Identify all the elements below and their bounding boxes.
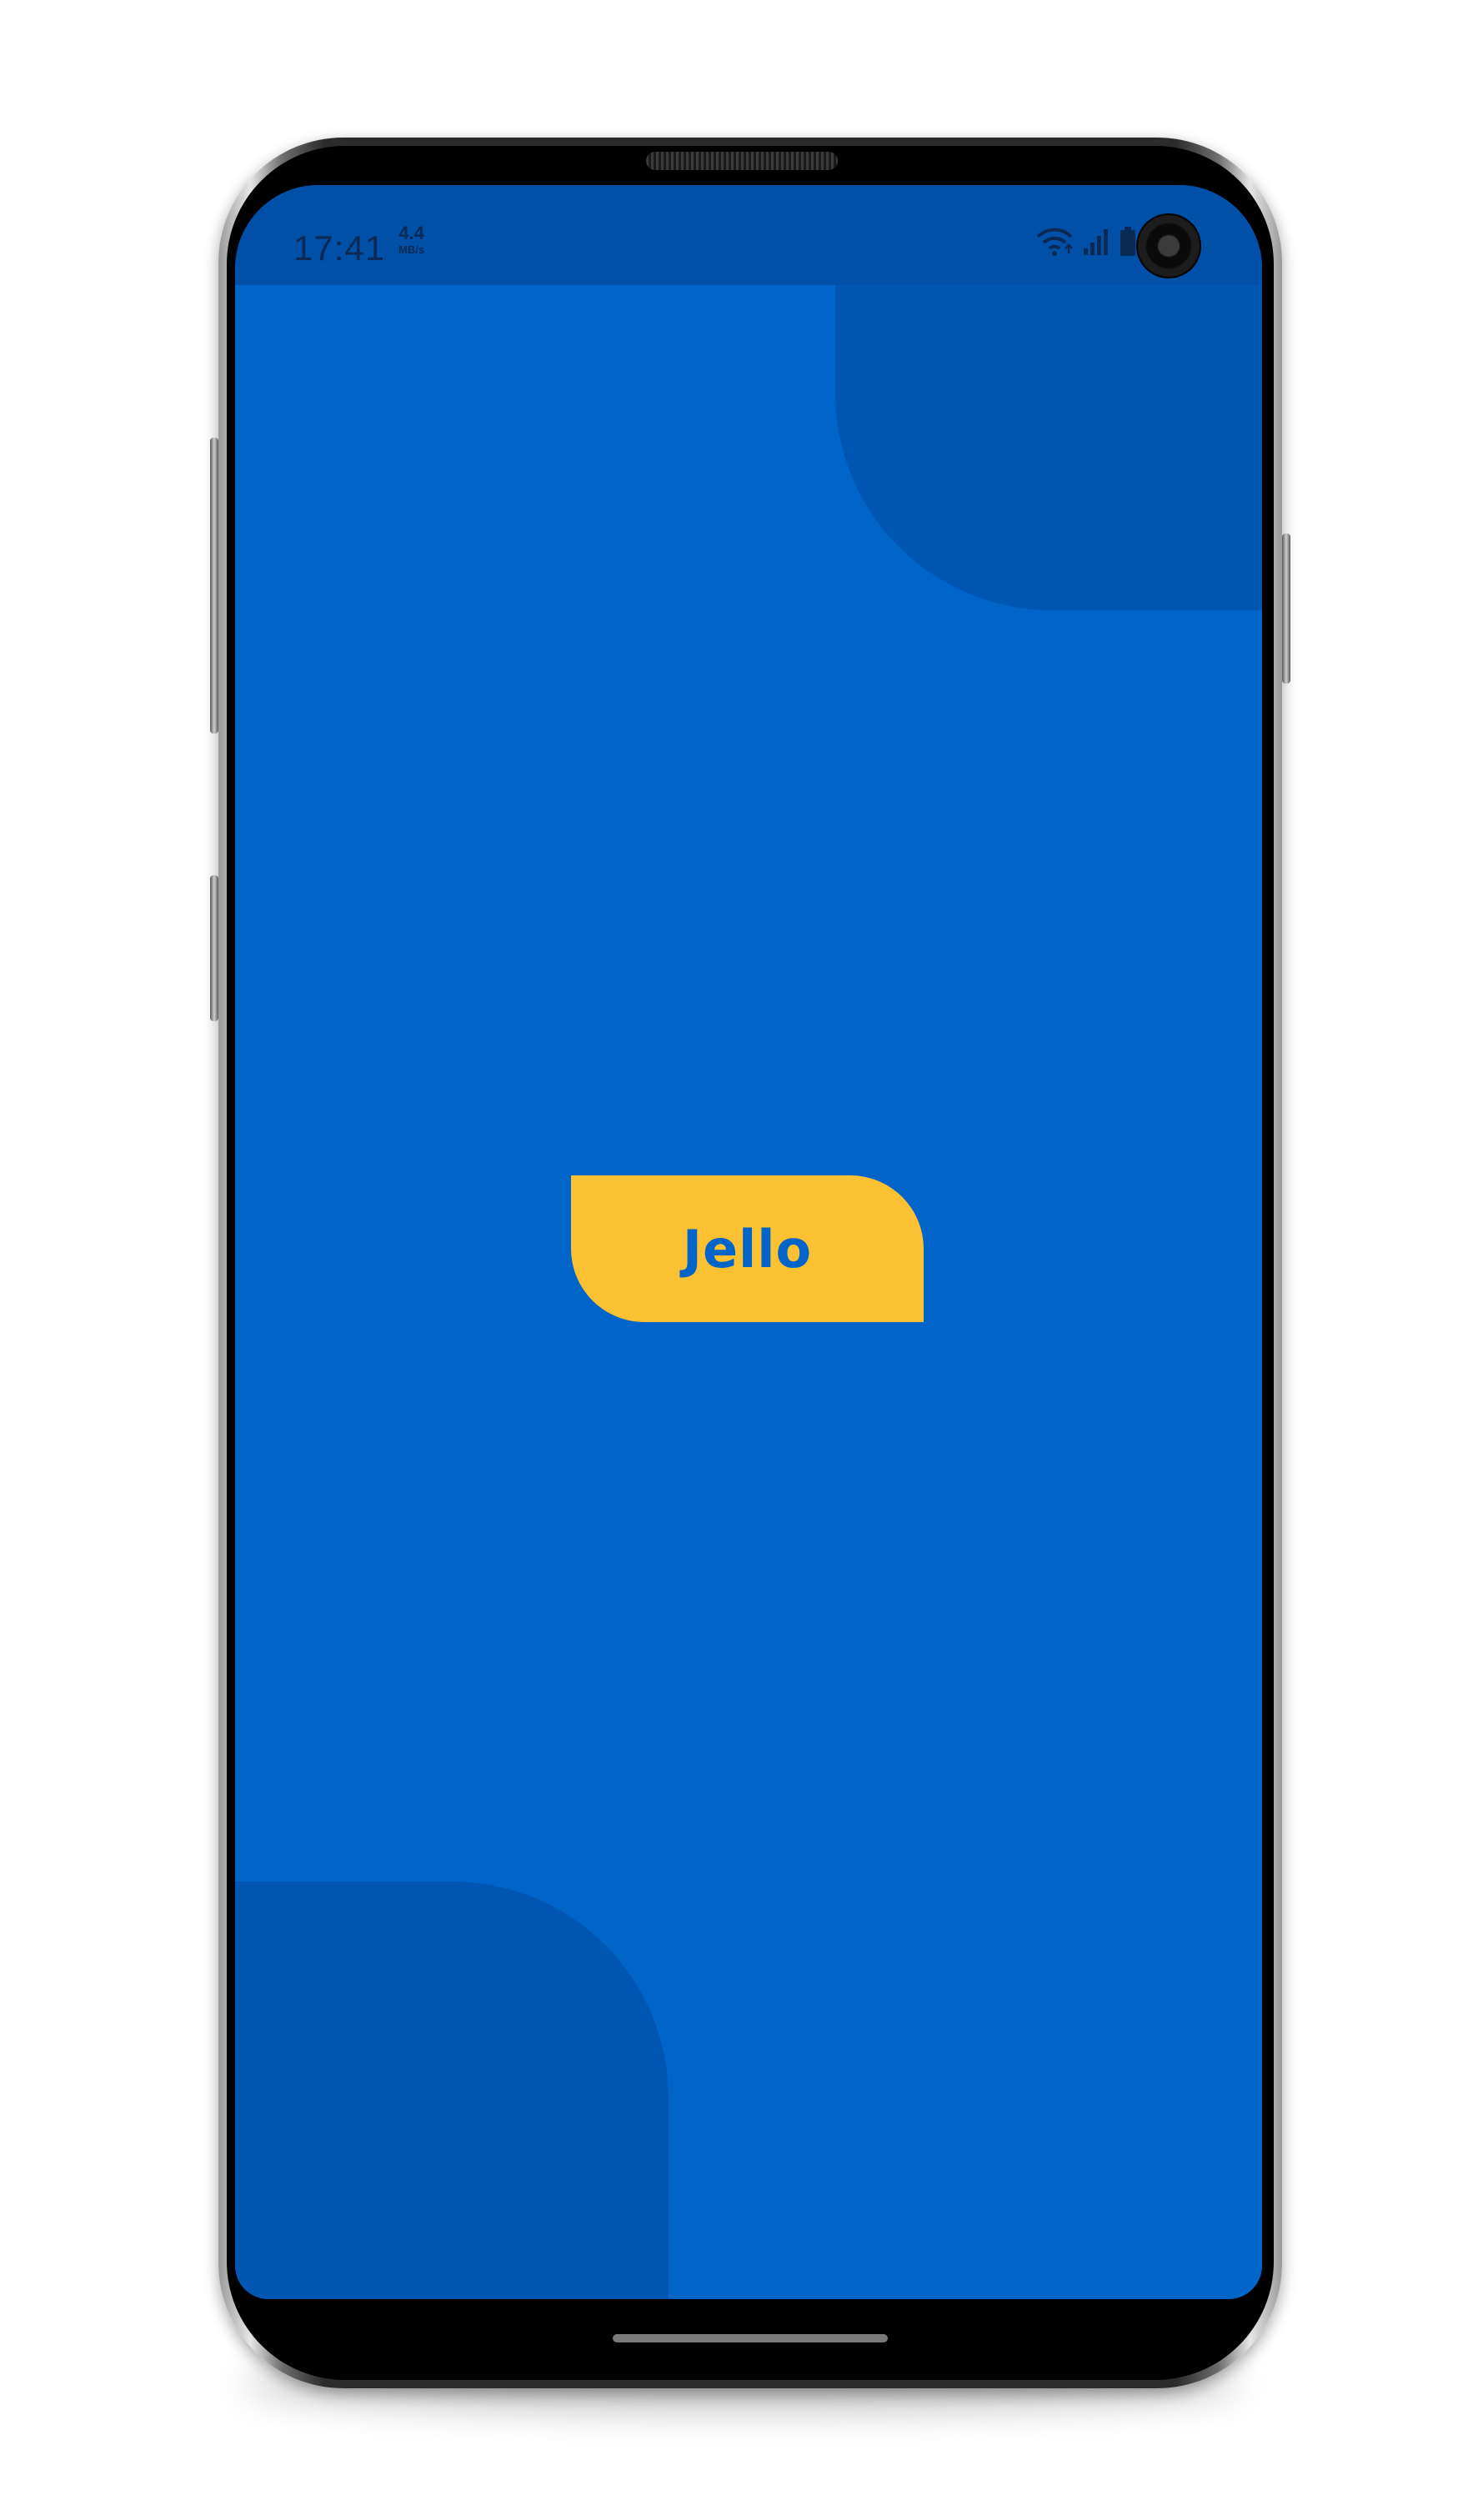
front-camera	[1136, 213, 1201, 278]
app-logo: Jello	[571, 1175, 924, 1322]
signal-icon	[1082, 227, 1110, 261]
battery-icon	[1119, 226, 1137, 262]
volume-button	[210, 438, 218, 734]
bixby-button	[210, 875, 218, 1021]
status-bar: 17:41 4.4 MB/s	[235, 185, 1262, 285]
status-time: 17:41	[293, 228, 386, 268]
screen: 17:41 4.4 MB/s Jello	[235, 185, 1262, 2299]
bottom-left-decoration	[235, 1881, 669, 2299]
logo-text: Jello	[682, 1218, 813, 1280]
power-button	[1282, 534, 1290, 684]
network-speed-unit: MB/s	[398, 243, 425, 256]
home-indicator[interactable]	[613, 2334, 888, 2342]
stage: 17:41 4.4 MB/s Jello	[0, 0, 1483, 2520]
network-speed: 4.4 MB/s	[398, 223, 425, 258]
status-icons	[1035, 226, 1137, 262]
network-speed-value: 4.4	[398, 223, 424, 243]
wifi-icon	[1035, 227, 1074, 261]
earpiece-speaker	[646, 152, 838, 170]
